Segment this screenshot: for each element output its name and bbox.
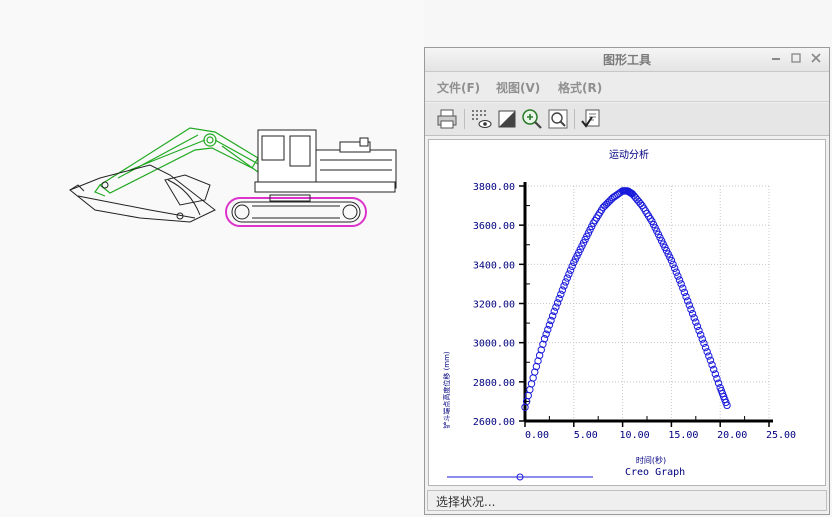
data-point (672, 268, 680, 276)
data-point (568, 262, 576, 270)
grid-view-icon[interactable] (469, 107, 493, 131)
data-point (701, 343, 710, 352)
x-tick-label: 15.00 (668, 430, 698, 441)
x-tick-label: 20.00 (717, 430, 747, 441)
data-point (703, 348, 711, 356)
maximize-icon[interactable] (789, 51, 803, 65)
data-point (561, 278, 570, 286)
status-bar: 选择状况... (427, 490, 827, 511)
data-point (705, 352, 713, 360)
y-tick-label: 2600.00 (473, 417, 515, 428)
y-tick-label: 3400.00 (473, 260, 515, 271)
data-point (680, 288, 689, 297)
menu-format[interactable]: 格式(R) (558, 79, 602, 96)
print-icon[interactable] (435, 107, 459, 131)
y-tick-label: 3800.00 (473, 182, 515, 193)
data-point (675, 276, 684, 284)
data-point (688, 309, 697, 318)
data-point (677, 280, 685, 288)
x-tick-label: 10.00 (620, 430, 650, 441)
title-bar[interactable]: 图形工具 (425, 48, 829, 72)
data-point (695, 326, 703, 335)
data-point (563, 274, 571, 282)
data-point (565, 270, 573, 278)
plot-area[interactable]: 运动分析 2600.00 2800.00 3000.00 3200.00 3400.00… (428, 139, 826, 486)
zoom-fit-icon[interactable] (546, 107, 570, 131)
legend: Creo Graph (447, 467, 685, 481)
data-point (696, 331, 705, 339)
motion-analysis-chart[interactable]: 运动分析 2600.00 2800.00 3000.00 3200.00 3400.00… (429, 140, 825, 485)
data-point (558, 286, 567, 294)
data-point (674, 272, 682, 280)
data-point (698, 335, 707, 343)
data-point (679, 284, 687, 292)
y-tick-label: 3200.00 (473, 300, 515, 311)
data-point (690, 314, 698, 322)
data-point (557, 290, 565, 299)
cad-viewport[interactable] (0, 0, 424, 517)
menu-view[interactable]: 视图(V) (496, 79, 540, 96)
y-tick-label: 3600.00 (473, 221, 515, 232)
y-tick-label: 2800.00 (473, 378, 515, 389)
data-point (693, 322, 702, 331)
data-point (692, 318, 700, 326)
legend-label: Creo Graph (625, 467, 685, 478)
chart-axes: 2600.00 2800.00 3000.00 3200.00 3400.00 3600.… (473, 182, 796, 441)
zoom-in-icon[interactable] (520, 107, 544, 131)
x-tick-label: 5.00 (574, 430, 598, 441)
graph-tool-window[interactable]: 图形工具 文件(F) 视图(V) 格式(R) 运动分析 2600.00 2800… (424, 47, 830, 515)
chart-title: 运动分析 (609, 148, 649, 161)
chart-grid (525, 185, 770, 421)
data-point (560, 282, 568, 290)
toolbar-separator (464, 109, 465, 129)
data-point (700, 339, 708, 348)
data-point (685, 301, 693, 309)
x-tick-label: 0.00 (525, 430, 549, 441)
y-tick-label: 3000.00 (473, 339, 515, 350)
x-axis-label: 时间(秒) (636, 455, 666, 465)
excavator-model[interactable] (0, 0, 424, 517)
toolbar (425, 103, 829, 136)
menu-bar: 文件(F) 视图(V) 格式(R) (425, 72, 829, 102)
x-tick-label: 25.00 (766, 430, 796, 441)
close-icon[interactable] (809, 51, 823, 65)
data-point (553, 299, 562, 307)
menu-file[interactable]: 文件(F) (437, 79, 480, 96)
data-point (687, 305, 695, 314)
series-creo-graph (521, 187, 731, 411)
data-point (555, 294, 563, 303)
format-check-icon[interactable] (579, 107, 603, 131)
data-point (552, 303, 560, 311)
background-icon[interactable] (495, 107, 519, 131)
data-point (670, 264, 679, 272)
status-text: 选择状况... (436, 495, 496, 509)
toolbar-separator (574, 109, 575, 129)
minimize-icon[interactable] (769, 51, 783, 65)
data-point (566, 266, 575, 274)
data-point (682, 292, 690, 301)
y-axis-label: 铲斗端点高度位移 (mm) (442, 351, 451, 429)
